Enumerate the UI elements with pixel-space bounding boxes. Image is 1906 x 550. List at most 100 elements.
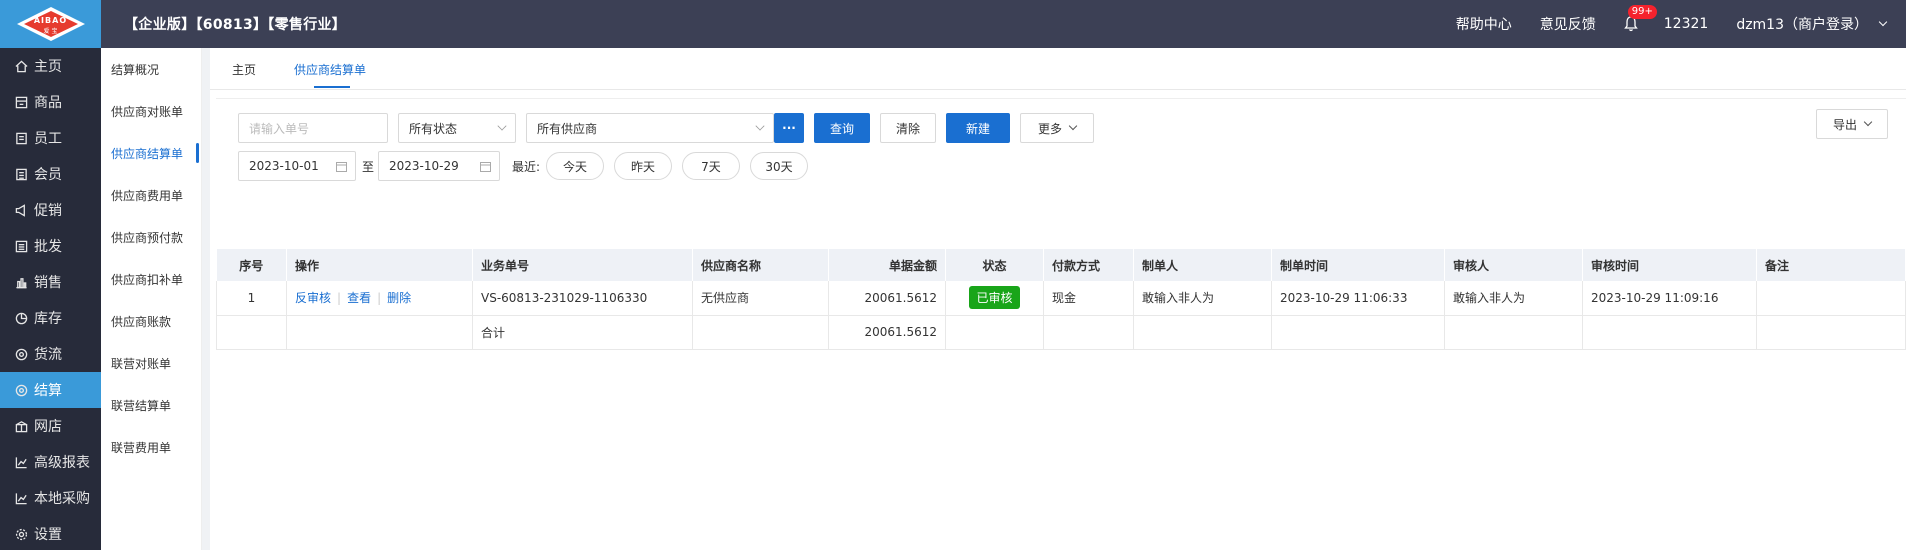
purchase-icon [14,491,28,505]
settlement-panel: 请输入单号 所有状态 所有供应商 ··· 查询 清除 新建 更多 导出 2023… [216,98,1906,550]
main-content: 主页 供应商结算单 请输入单号 所有状态 所有供应商 ··· 查询 清除 新建 … [210,48,1906,550]
settle-icon [14,383,28,397]
logo-text: AIBAO [33,16,68,25]
chevron-down-icon [755,121,765,131]
col-header-created-at: 制单时间 [1271,249,1445,281]
calendar-icon [480,161,491,172]
top-bar: AIBAO 爱 宝 【企业版】【60813】【零售行业】 帮助中心 意见反馈 9… [0,0,1906,48]
nav-item-report[interactable]: 高级报表 [0,444,101,480]
nav-item-promo[interactable]: 促销 [0,192,101,228]
more-button[interactable]: 更多 [1020,113,1094,143]
nav-item-purchase[interactable]: 本地采购 [0,480,101,516]
nav-item-settle[interactable]: 结算 [0,372,101,408]
total-cell-empty [945,315,1044,350]
status-badge: 已审核 [969,286,1020,310]
date-from-input[interactable]: 2023-10-01 [238,151,356,181]
subnav-item[interactable]: 结算概况 [101,48,201,90]
subnav-item[interactable]: 供应商扣补单 [101,258,201,300]
help-center-link[interactable]: 帮助中心 [1456,14,1512,34]
bell-icon[interactable]: 99+ [1623,5,1657,32]
nav-item-gear[interactable]: 设置 [0,516,101,550]
query-button[interactable]: 查询 [814,113,870,143]
clear-button[interactable]: 清除 [880,113,936,143]
nav-item-label: 销售 [34,275,62,291]
wholesale-icon [14,239,28,253]
status-select[interactable]: 所有状态 [398,113,516,143]
date-to-input[interactable]: 2023-10-29 [378,151,500,181]
subnav-item[interactable]: 联营结算单 [101,384,201,426]
nav-item-label: 高级报表 [34,455,90,471]
subnav-item[interactable]: 联营对账单 [101,342,201,384]
stock-icon [14,311,28,325]
nav-item-member[interactable]: 会员 [0,156,101,192]
unaudit-link[interactable]: 反审核 [295,291,331,305]
nav-item-home[interactable]: 主页 [0,48,101,84]
settlement-table: 序号 操作 业务单号 供应商名称 单据金额 状态 付款方式 制单人 制单时间 审… [216,249,1906,350]
tab-active-indicator [314,86,350,88]
calendar-icon [336,161,347,172]
total-cell-empty [692,315,829,350]
subnav-item[interactable]: 供应商预付款 [101,216,201,258]
more-button-label: 更多 [1037,121,1062,136]
export-button-label: 导出 [1832,117,1857,132]
nav-item-label: 主页 [34,59,62,75]
quick-date-today[interactable]: 今天 [546,152,604,180]
date-to-value: 2023-10-29 [389,159,459,173]
new-button[interactable]: 新建 [946,113,1010,143]
total-label: 合计 [472,315,693,350]
order-no-input[interactable]: 请输入单号 [238,113,388,143]
col-header-remark: 备注 [1756,249,1906,281]
col-header-supplier: 供应商名称 [692,249,829,281]
subnav-item[interactable]: 供应商费用单 [101,174,201,216]
delete-link[interactable]: 删除 [387,291,411,305]
col-header-ops: 操作 [286,249,473,281]
quick-date-7days[interactable]: 7天 [682,152,740,180]
cell-supplier: 无供应商 [692,281,829,316]
export-button[interactable]: 导出 [1816,109,1888,139]
user-menu[interactable]: dzm13（商户登录） [1736,14,1868,34]
nav-item-goods[interactable]: 商品 [0,84,101,120]
tab-supplier-settlement[interactable]: 供应商结算单 [294,61,366,78]
nav-item-stock[interactable]: 库存 [0,300,101,336]
col-header-index: 序号 [216,249,287,281]
chevron-down-icon[interactable] [1878,17,1888,27]
tab-home[interactable]: 主页 [232,61,256,78]
col-header-order-no: 业务单号 [472,249,693,281]
subnav-item[interactable]: 供应商账款 [101,300,201,342]
goods-icon [14,95,28,109]
view-link[interactable]: 查看 [347,291,371,305]
subnav-item[interactable]: 联营费用单 [101,426,201,468]
nav-item-label: 网店 [34,419,62,435]
subnav-item[interactable]: 供应商对账单 [101,90,201,132]
sub-nav: 结算概况 供应商对账单 供应商结算单 供应商费用单 供应商预付款 供应商扣补单 供应商账款联… [101,48,202,550]
nav-item-flow[interactable]: 货流 [0,336,101,372]
user-id: 12321 [1663,16,1709,32]
nav-item-label: 批发 [34,239,62,255]
nav-item-shop[interactable]: 网店 [0,408,101,444]
nav-item-sales[interactable]: 销售 [0,264,101,300]
col-header-creator: 制单人 [1133,249,1272,281]
supplier-select[interactable]: 所有供应商 [526,113,774,143]
total-cell-empty [216,315,287,350]
cell-status: 已审核 [945,281,1044,316]
date-from-value: 2023-10-01 [249,159,319,173]
total-cell-empty [1582,315,1757,350]
nav-item-staff[interactable]: 员工 [0,120,101,156]
logo[interactable]: AIBAO 爱 宝 [0,0,101,48]
subnav-item[interactable]: 供应商结算单 [101,132,201,174]
date-range-separator: 至 [362,160,375,174]
total-cell-empty [1043,315,1134,350]
supplier-picker-button[interactable]: ··· [774,113,804,143]
feedback-link[interactable]: 意见反馈 [1540,14,1596,34]
logo-subtext: 爱 宝 [43,28,58,35]
nav-item-wholesale[interactable]: 批发 [0,228,101,264]
col-header-amount: 单据金额 [828,249,946,281]
cell-created-at: 2023-10-29 11:06:33 [1271,281,1445,316]
total-cell-empty [1756,315,1906,350]
status-select-value: 所有状态 [409,121,458,136]
quick-date-yesterday[interactable]: 昨天 [614,152,672,180]
quick-date-30days[interactable]: 30天 [750,152,808,180]
nav-item-label: 设置 [34,527,62,543]
flow-icon [14,347,28,361]
nav-item-label: 员工 [34,131,62,147]
